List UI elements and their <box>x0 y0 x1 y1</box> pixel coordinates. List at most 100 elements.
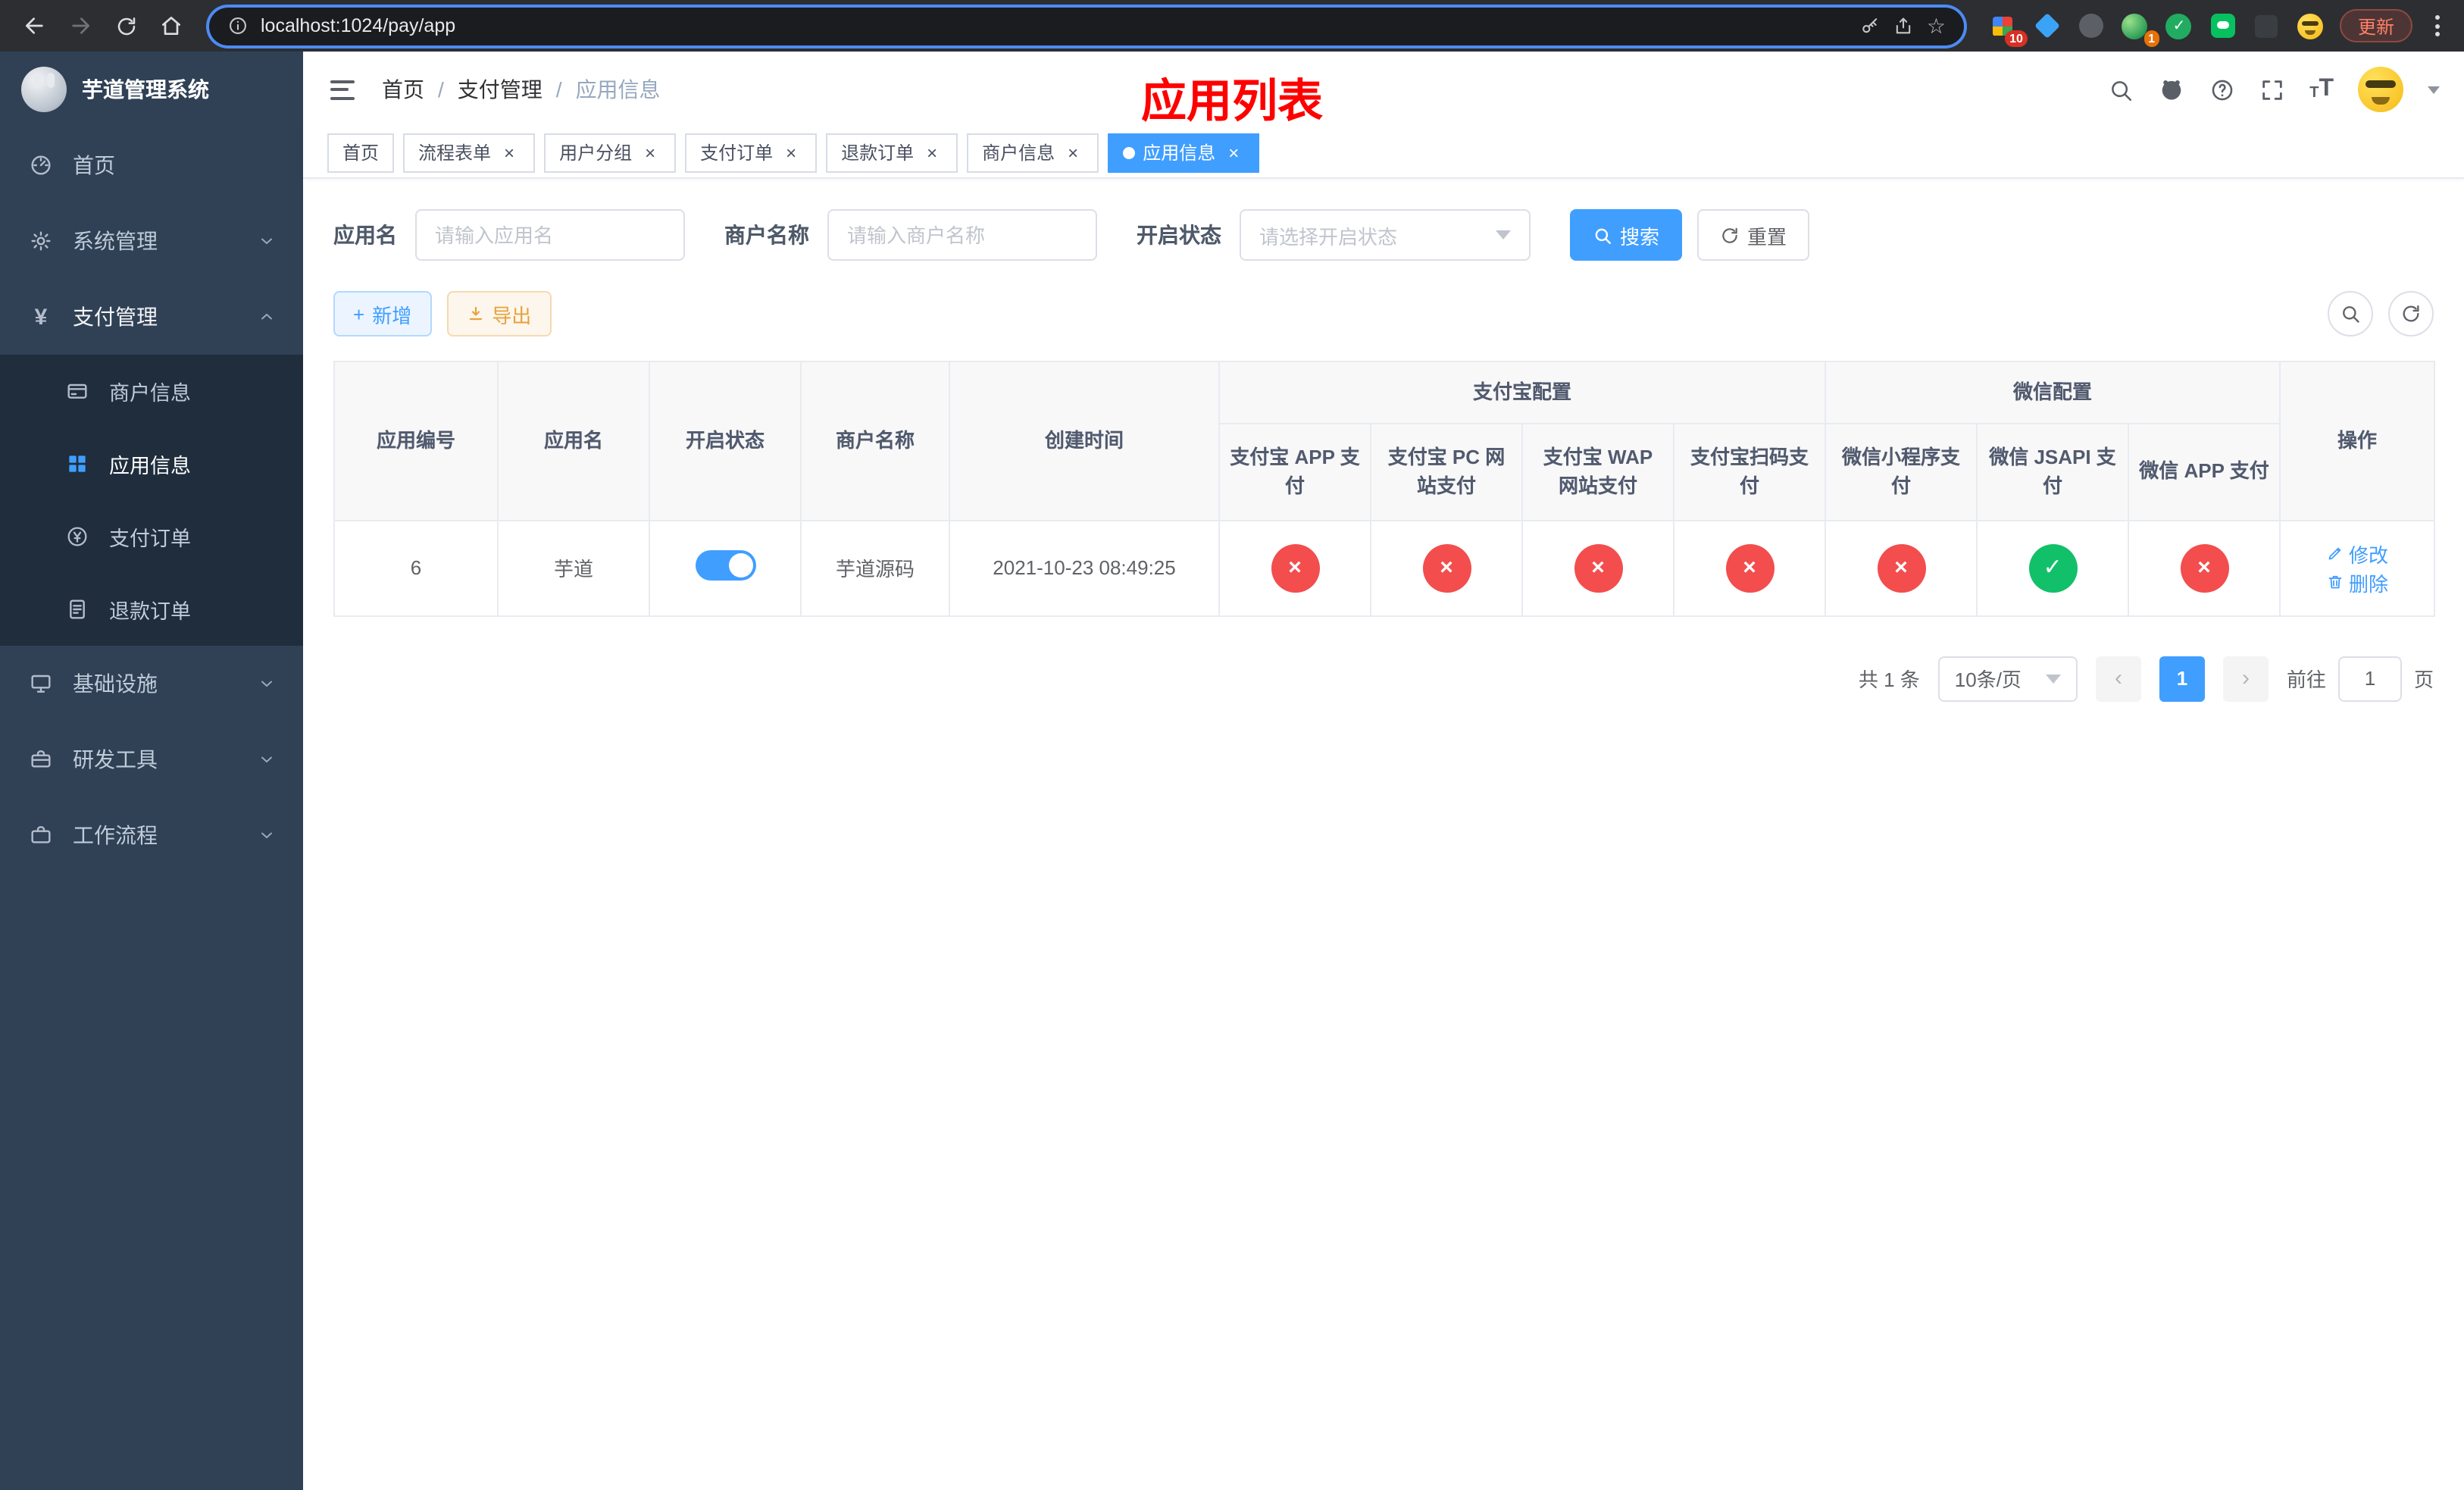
delete-button[interactable]: 删除 <box>2326 568 2388 596</box>
breadcrumb-home[interactable]: 首页 <box>382 74 424 105</box>
column-header-alipay-app: 支付宝 APP 支付 <box>1218 422 1371 521</box>
column-header-alipay-pc: 支付宝 PC 网站支付 <box>1370 422 1523 521</box>
sidebar-item-pay-orders[interactable]: 支付订单 <box>0 500 303 573</box>
page-size-select[interactable]: 10条/页 <box>1937 656 2078 701</box>
sidebar-item-label: 商户信息 <box>109 382 191 405</box>
tab-pay-orders[interactable]: 支付订单 × <box>685 133 818 172</box>
extension-dark-square-icon[interactable] <box>2252 11 2282 41</box>
tab-merchant-info[interactable]: 商户信息 × <box>967 133 1099 172</box>
browser-back-button[interactable] <box>15 6 55 45</box>
browser-forward-button[interactable] <box>61 6 100 45</box>
tab-home[interactable]: 首页 <box>327 133 395 172</box>
chevron-down-icon <box>258 750 276 768</box>
extension-dark-circle-icon[interactable] <box>2076 11 2106 41</box>
extension-emoji-icon[interactable] <box>2296 11 2326 41</box>
page-number-button[interactable]: 1 <box>2159 656 2205 701</box>
chevron-up-icon <box>258 308 276 326</box>
cell-alipay-wap: × <box>1521 519 1674 616</box>
font-size-icon[interactable]: TT <box>2309 77 2334 102</box>
sidebar-item-label: 研发工具 <box>73 747 158 772</box>
screen: localhost:1024/pay/app ☆ 10 1 ✓ 更新 应用列表 … <box>0 0 2464 1490</box>
tab-close-icon[interactable]: × <box>1223 142 1244 163</box>
sidebar-item-home[interactable]: 首页 <box>0 127 303 203</box>
extension-profile-icon[interactable]: 1 <box>2120 11 2159 47</box>
tab-close-icon[interactable]: × <box>639 142 661 163</box>
sidebar-item-dev-tools[interactable]: 研发工具 <box>0 722 303 797</box>
edit-button[interactable]: 修改 <box>2326 539 2388 568</box>
monitor-icon <box>27 671 55 696</box>
search-button[interactable]: 搜索 <box>1570 209 1683 261</box>
help-icon[interactable] <box>2209 77 2235 102</box>
extension-chat-icon[interactable] <box>2208 11 2238 41</box>
toggle-search-icon-button[interactable] <box>2328 291 2373 337</box>
merchant-name-input[interactable] <box>827 209 1097 261</box>
tab-close-icon[interactable]: × <box>921 142 943 163</box>
tab-refund-orders[interactable]: 退款订单 × <box>826 133 958 172</box>
status-select[interactable]: 请选择开启状态 <box>1240 209 1531 261</box>
chevron-down-icon <box>258 232 276 250</box>
export-button[interactable]: 导出 <box>446 291 552 337</box>
sidebar-item-refund-orders[interactable]: 退款订单 <box>0 573 303 646</box>
tab-close-icon[interactable]: × <box>1062 142 1083 163</box>
url-text[interactable]: localhost:1024/pay/app <box>261 15 1848 36</box>
column-header-alipay-qr: 支付宝扫码支付 <box>1672 422 1827 521</box>
table-row: 6 芋道 芋道源码 2021-10-23 08:49:25 × × × × × <box>333 519 2436 616</box>
password-key-icon[interactable] <box>1860 15 1881 36</box>
tab-user-group[interactable]: 用户分组 × <box>544 133 677 172</box>
next-page-button[interactable]: › <box>2222 656 2269 701</box>
tab-close-icon[interactable]: × <box>780 142 802 163</box>
reset-button[interactable]: 重置 <box>1697 209 1810 261</box>
column-header-merchant: 商户名称 <box>800 361 950 521</box>
bookmark-star-icon[interactable]: ☆ <box>1927 13 1946 39</box>
edit-button-label: 修改 <box>2349 543 2389 566</box>
cell-alipay-qr: × <box>1672 519 1827 616</box>
browser-update-button[interactable]: 更新 <box>2339 9 2412 42</box>
site-info-icon[interactable] <box>227 15 249 36</box>
sidebar-item-system[interactable]: 系统管理 <box>0 203 303 279</box>
add-button[interactable]: + 新增 <box>333 291 432 337</box>
search-icon[interactable] <box>2108 77 2134 102</box>
app-logo[interactable]: 芋道管理系统 <box>0 52 303 127</box>
github-icon[interactable] <box>2158 76 2185 103</box>
tab-close-icon[interactable]: × <box>499 142 520 163</box>
cell-alipay-app: × <box>1218 519 1371 616</box>
goto-page-input[interactable] <box>2337 656 2402 701</box>
top-navbar: 首页 支付管理 应用信息 <box>303 52 2464 127</box>
status-toggle[interactable] <box>695 550 755 581</box>
sidebar-item-workflow[interactable]: 工作流程 <box>0 797 303 873</box>
logo-avatar-icon <box>21 67 67 112</box>
card-icon <box>64 379 91 403</box>
sidebar-item-infrastructure[interactable]: 基础设施 <box>0 646 303 722</box>
address-bar[interactable]: localhost:1024/pay/app ☆ <box>209 7 1964 45</box>
app-name-input[interactable] <box>415 209 685 261</box>
breadcrumb-payment[interactable]: 支付管理 <box>424 74 543 105</box>
sidebar-item-app-info[interactable]: 应用信息 <box>0 427 303 500</box>
prev-page-button[interactable]: ‹ <box>2095 656 2141 701</box>
tab-app-info[interactable]: 应用信息 × <box>1108 133 1260 172</box>
sidebar-item-merchant-info[interactable]: 商户信息 <box>0 355 303 427</box>
tab-label: 商户信息 <box>982 142 1055 164</box>
disabled-cross-icon: × <box>1574 543 1622 592</box>
sidebar-item-payment[interactable]: ¥ 支付管理 <box>0 279 303 355</box>
column-group-alipay: 支付宝配置 <box>1218 361 1827 424</box>
user-avatar[interactable] <box>2358 67 2403 112</box>
browser-reload-button[interactable] <box>106 6 145 45</box>
column-header-wechat-jsapi: 微信 JSAPI 支付 <box>1976 422 2130 521</box>
tab-label: 流程表单 <box>418 142 492 164</box>
extension-gem-icon[interactable] <box>2032 11 2062 41</box>
extension-check-icon[interactable]: ✓ <box>2164 11 2194 41</box>
refresh-icon-button[interactable] <box>2388 291 2434 337</box>
browser-home-button[interactable] <box>152 6 191 45</box>
tab-process-form[interactable]: 流程表单 × <box>403 133 536 172</box>
browser-menu-icon[interactable] <box>2426 9 2449 42</box>
share-icon[interactable] <box>1893 15 1915 36</box>
status-select-placeholder: 请选择开启状态 <box>1259 225 1398 248</box>
profile-badge: 1 <box>2143 30 2159 47</box>
user-menu-caret-icon[interactable] <box>2428 86 2440 93</box>
extension-puzzle-icon[interactable]: 10 <box>1988 11 2028 47</box>
plus-icon: + <box>353 302 365 325</box>
pagination: 共 1 条 10条/页 ‹ 1 › 前往 页 <box>333 656 2434 701</box>
browser-toolbar: localhost:1024/pay/app ☆ 10 1 ✓ 更新 <box>0 0 2464 52</box>
sidebar-collapse-icon[interactable] <box>327 74 358 105</box>
fullscreen-icon[interactable] <box>2259 77 2285 102</box>
